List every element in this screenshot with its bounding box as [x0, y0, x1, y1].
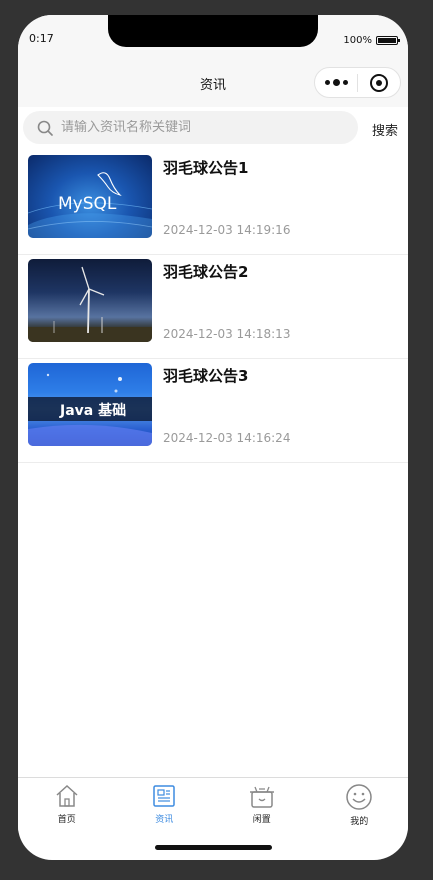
news-icon [153, 785, 175, 807]
more-dot-icon [332, 79, 340, 86]
news-item[interactable]: 羽毛球公告2 2024-12-03 14:18:13 [18, 255, 408, 359]
tab-idle-label: 闲置 [252, 815, 271, 825]
tab-bar: 首页 资讯 闲置 我的 [18, 777, 408, 832]
news-thumbnail: Java 基础 [28, 363, 152, 446]
search-box[interactable] [23, 111, 358, 144]
profile-icon [346, 784, 372, 810]
news-title: 羽毛球公告2 [163, 263, 249, 281]
tab-home[interactable]: 首页 [18, 778, 116, 832]
idle-icon [249, 786, 274, 808]
news-list: MySQL 羽毛球公告1 2024-12-03 14:19:16 羽毛球公告2 [18, 151, 408, 463]
search-icon [37, 120, 53, 136]
news-thumbnail [28, 259, 152, 342]
more-button[interactable] [315, 68, 357, 97]
java-banner-text: Java 基础 [59, 402, 126, 419]
tab-profile-label: 我的 [350, 817, 369, 827]
search-button[interactable]: 搜索 [372, 120, 398, 139]
news-title: 羽毛球公告3 [163, 367, 249, 385]
tab-news-label: 资讯 [155, 815, 174, 825]
news-item[interactable]: MySQL 羽毛球公告1 2024-12-03 14:19:16 [18, 151, 408, 255]
tab-news[interactable]: 资讯 [116, 778, 214, 832]
search-bar: 搜索 [18, 107, 408, 147]
notch [108, 15, 318, 47]
more-dot-icon [342, 80, 348, 85]
news-item[interactable]: Java 基础 羽毛球公告3 2024-12-03 14:16:24 [18, 359, 408, 463]
battery-percent: 100% [343, 35, 372, 46]
tab-idle[interactable]: 闲置 [213, 778, 311, 832]
phone-screen: 0:17 100% 资讯 搜索 [18, 15, 408, 860]
home-indicator [155, 845, 272, 850]
miniprogram-capsule [314, 67, 401, 98]
nav-bar: 资讯 [18, 57, 408, 107]
search-input[interactable] [61, 120, 321, 135]
news-time: 2024-12-03 14:19:16 [163, 223, 291, 237]
news-title: 羽毛球公告1 [163, 159, 249, 177]
tab-profile[interactable]: 我的 [311, 778, 409, 832]
battery-status: 100% [343, 35, 400, 46]
more-dot-icon [324, 80, 330, 85]
tab-home-label: 首页 [57, 815, 76, 825]
status-time: 0:17 [29, 32, 54, 45]
mysql-logo-text: MySQL [58, 194, 117, 214]
close-miniprogram-button[interactable] [358, 68, 400, 97]
home-icon [56, 784, 78, 807]
news-thumbnail: MySQL [28, 155, 152, 238]
news-time: 2024-12-03 14:18:13 [163, 327, 291, 341]
battery-icon [376, 36, 400, 45]
target-icon [370, 73, 388, 92]
news-time: 2024-12-03 14:16:24 [163, 431, 291, 445]
